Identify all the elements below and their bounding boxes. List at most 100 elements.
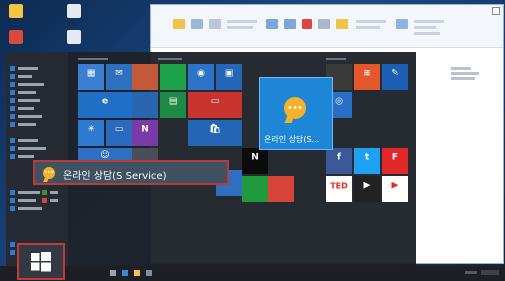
tile-edge-icon: e	[101, 96, 109, 107]
new-folder-icon[interactable]	[336, 19, 348, 29]
tile-edge[interactable]: e	[78, 92, 132, 118]
file-list-item[interactable]	[451, 77, 475, 80]
tile-pc-icon: ▭	[114, 124, 124, 135]
move-to-icon[interactable]	[266, 19, 278, 29]
tile-pc[interactable]: ▭	[106, 120, 132, 146]
tile-flipboard[interactable]: F	[382, 148, 408, 174]
tile-app-stack[interactable]: ≋	[354, 64, 380, 90]
tile-app-bluegreen-icon: ◎	[335, 96, 343, 107]
tile-calendar[interactable]: ▦	[78, 64, 104, 90]
desktop-icon-1[interactable]	[4, 4, 28, 18]
tile-twitter[interactable]: t	[354, 148, 380, 174]
desktop-icon-2[interactable]	[62, 4, 86, 18]
app-icon	[10, 154, 15, 159]
tile-excel-app-icon: ▤	[168, 96, 178, 107]
tile-weather[interactable]: ☀	[78, 120, 104, 146]
desktop-icon-4[interactable]	[62, 30, 86, 44]
app-icon	[9, 30, 23, 44]
ribbon-command-text	[356, 20, 386, 23]
app-list-item[interactable]	[10, 138, 64, 143]
explorer-ribbon	[151, 5, 503, 48]
tile-weather-icon: ☀	[86, 124, 96, 135]
store-icon[interactable]	[146, 270, 152, 276]
start-button[interactable]	[17, 243, 65, 280]
tile-green-text[interactable]	[160, 64, 186, 90]
chat-dots: •••	[287, 103, 303, 113]
app-icon	[42, 190, 47, 195]
tile-movies-icon: ▣	[224, 68, 234, 79]
ribbon-command-text	[227, 26, 253, 29]
ribbon-command-text	[414, 20, 444, 23]
file-list-item[interactable]	[451, 67, 471, 70]
tile-facebook[interactable]: f	[326, 148, 352, 174]
app-list-item[interactable]	[10, 122, 64, 127]
tile-app-blue[interactable]: ✎	[382, 64, 408, 90]
tile-store[interactable]: 🛍	[188, 120, 242, 146]
tile-green-game[interactable]	[242, 176, 268, 202]
app-list-item[interactable]	[10, 98, 64, 103]
app-list-item[interactable]	[10, 74, 64, 79]
tile-onenote[interactable]: N	[132, 120, 158, 146]
tile-music-dark-icon: ▶	[363, 180, 371, 191]
app-list-item-label	[18, 99, 40, 102]
windows-logo-icon	[31, 252, 51, 272]
clock[interactable]	[481, 270, 499, 275]
tile-news-photo[interactable]	[132, 64, 158, 90]
rename-icon[interactable]	[318, 19, 330, 29]
tile-groove[interactable]: ◉	[188, 64, 214, 90]
tile-netflix-icon: N	[251, 152, 259, 163]
online-consultation-tile-large[interactable]: ••• 온라인 상담(S...	[259, 77, 333, 150]
copy-to-icon[interactable]	[284, 19, 296, 29]
desktop-background: ▦ ✉ ◉ ▣ e ▤ ▭ ☀ ▭ N 🛍 ☺ Nf t F TED ▶ ▶ ≋ ✎ ◎ ••• 온라인 상담(S...…	[0, 0, 505, 281]
delete-icon[interactable]	[302, 19, 312, 29]
tile-video-red[interactable]: ▭	[188, 92, 242, 118]
app-list-item[interactable]	[10, 82, 64, 87]
tile-app-red-yt[interactable]: ▶	[382, 176, 408, 202]
app-list-item[interactable]	[10, 90, 64, 95]
app-list-item[interactable]	[10, 114, 64, 119]
tile-excel-app[interactable]: ▤	[160, 92, 186, 118]
pin-icon[interactable]	[173, 19, 185, 29]
app-list-item[interactable]	[10, 146, 64, 151]
properties-icon[interactable]	[396, 19, 408, 29]
app-list-item[interactable]	[42, 190, 62, 195]
chat-dots: •••	[44, 170, 54, 176]
tile-facebook-icon: f	[337, 152, 341, 163]
app-list-item-label	[18, 123, 36, 126]
online-consultation-app-row[interactable]: ••• 온라인 상담(S Service)	[33, 160, 229, 185]
ribbon-command-text	[414, 32, 440, 35]
app-icon	[42, 198, 47, 203]
app-list-item-label	[18, 147, 46, 150]
tile-ted[interactable]: TED	[326, 176, 352, 202]
copy-icon[interactable]	[191, 19, 203, 29]
ribbon-command-text	[414, 26, 436, 29]
edge-icon[interactable]	[122, 270, 128, 276]
app-list-item[interactable]	[42, 198, 62, 203]
file-list	[451, 67, 491, 80]
app-list-item-label	[18, 83, 44, 86]
file-list-item[interactable]	[451, 72, 479, 75]
app-list-item-label	[50, 199, 58, 202]
app-icon	[10, 206, 15, 211]
app-icon	[10, 122, 15, 127]
system-tray-icons[interactable]	[465, 271, 477, 274]
close-window-icon[interactable]	[492, 7, 500, 15]
tile-video-red-icon: ▭	[210, 96, 220, 107]
app-list-item[interactable]	[10, 154, 64, 159]
desktop-icon-3[interactable]	[4, 30, 28, 44]
tile-movies[interactable]: ▣	[216, 64, 242, 90]
tile-mail[interactable]: ✉	[106, 64, 132, 90]
tile-red-social[interactable]	[268, 176, 294, 202]
app-list-item[interactable]	[10, 66, 64, 71]
app-list-item[interactable]	[10, 206, 64, 211]
app-icon	[10, 198, 15, 203]
app-list-item[interactable]	[10, 106, 64, 111]
tile-photos[interactable]	[132, 92, 158, 118]
tile-netflix[interactable]: N	[242, 148, 268, 174]
file-explorer-icon[interactable]	[134, 270, 140, 276]
app-list-item-label	[18, 155, 34, 158]
tile-music-dark[interactable]: ▶	[354, 176, 380, 202]
paste-icon[interactable]	[209, 19, 221, 29]
task-view-icon[interactable]	[110, 270, 116, 276]
tile-calendar-icon: ▦	[86, 68, 96, 79]
